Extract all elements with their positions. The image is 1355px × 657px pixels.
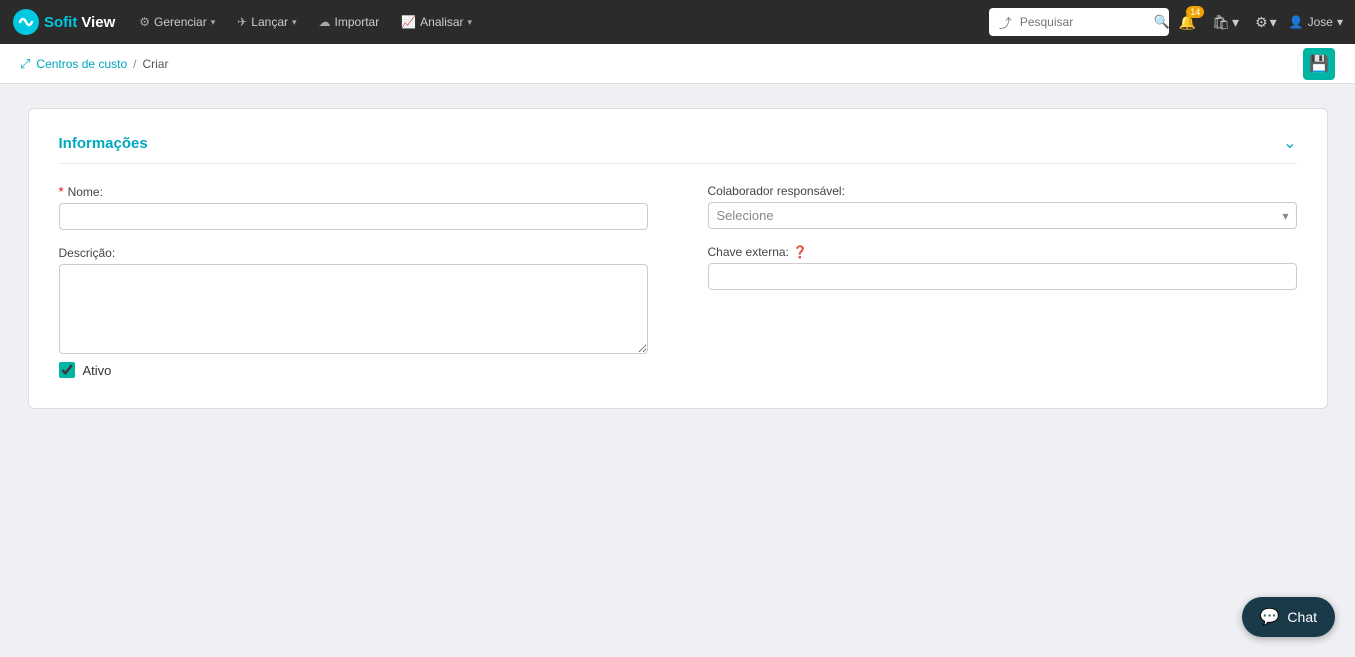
colaborador-select-wrapper: Selecione ▾ — [708, 202, 1297, 229]
chat-label: Chat — [1287, 609, 1317, 625]
colaborador-select[interactable]: Selecione — [708, 202, 1297, 229]
descricao-label-text: Descrição: — [59, 246, 116, 260]
save-button[interactable]: 💾 — [1303, 48, 1335, 80]
chat-button[interactable]: 💬 Chat — [1242, 597, 1336, 637]
nome-required: * — [59, 184, 64, 199]
collapse-section-button[interactable]: ⌄ — [1283, 133, 1296, 153]
brand-view-text: View — [81, 14, 115, 31]
section-title: Informações — [59, 135, 148, 152]
chave-externa-input[interactable] — [708, 263, 1297, 290]
notifications-badge: 14 — [1186, 6, 1204, 18]
breadcrumb: ⤢ Centros de custo / Criar — [20, 56, 168, 72]
gerenciar-icon: ⚙ — [139, 15, 150, 29]
chat-icon: 💬 — [1260, 607, 1280, 627]
colaborador-group: Colaborador responsável: Selecione ▾ — [708, 184, 1297, 229]
colaborador-label: Colaborador responsável: — [708, 184, 1297, 198]
share-icon[interactable]: ⤴ — [995, 9, 1016, 36]
user-caret: ▾ — [1337, 15, 1343, 29]
user-icon: 👤 — [1289, 15, 1304, 29]
chave-externa-label: Chave externa: ❓ — [708, 245, 1297, 259]
user-menu[interactable]: 👤 Jose ▾ — [1289, 15, 1343, 29]
nav-lancar-label: Lançar — [251, 15, 288, 29]
nav-importar[interactable]: ☁ Importar — [311, 9, 388, 35]
colaborador-label-text: Colaborador responsável: — [708, 184, 845, 198]
right-column: Colaborador responsável: Selecione ▾ Cha… — [708, 184, 1297, 378]
chave-externa-help-icon[interactable]: ❓ — [793, 245, 808, 259]
section-header: Informações ⌄ — [59, 133, 1297, 164]
breadcrumb-icon: ⤢ — [20, 56, 30, 72]
user-name: Jose — [1308, 15, 1333, 29]
chave-externa-group: Chave externa: ❓ — [708, 245, 1297, 290]
nav-lancar[interactable]: ✈ Lançar ▾ — [229, 9, 304, 35]
breadcrumb-parent-link[interactable]: Centros de custo — [36, 57, 127, 71]
ativo-label: Ativo — [83, 363, 112, 378]
ativo-checkbox[interactable] — [59, 362, 75, 378]
ativo-group: Ativo — [59, 362, 648, 378]
descricao-label: Descrição: — [59, 246, 648, 260]
breadcrumb-bar: ⤢ Centros de custo / Criar 💾 — [0, 44, 1355, 84]
cart-caret: ▾ — [1232, 14, 1239, 31]
form-card: Informações ⌄ * Nome: Desc — [28, 108, 1328, 409]
nome-label-text: Nome: — [68, 185, 103, 199]
notifications-button[interactable]: 🔔 14 — [1175, 10, 1200, 35]
importar-icon: ☁ — [319, 15, 331, 29]
brand-logo[interactable]: Sofit View — [12, 8, 115, 36]
nome-label: * Nome: — [59, 184, 648, 199]
nome-group: * Nome: — [59, 184, 648, 230]
search-input[interactable] — [1020, 15, 1150, 29]
settings-caret: ▾ — [1270, 14, 1277, 31]
nome-input[interactable] — [59, 203, 648, 230]
nav-gerenciar[interactable]: ⚙ Gerenciar ▾ — [131, 9, 223, 35]
lancar-icon: ✈ — [237, 15, 247, 29]
chave-externa-label-text: Chave externa: — [708, 245, 789, 259]
search-box: ⤴ 🔍 — [989, 8, 1169, 36]
main-content: Informações ⌄ * Nome: Desc — [0, 84, 1355, 433]
descricao-input[interactable] — [59, 264, 648, 354]
search-button[interactable]: 🔍 — [1154, 14, 1170, 30]
breadcrumb-separator: / — [133, 57, 136, 71]
nav-analisar[interactable]: 📈 Analisar ▾ — [393, 9, 480, 35]
navbar-right: 🔔 14 🛍 ▾ ⚙ ▾ 👤 Jose ▾ — [1175, 10, 1343, 35]
gerenciar-caret: ▾ — [211, 17, 216, 28]
settings-button[interactable]: ⚙ ▾ — [1251, 10, 1281, 35]
form-grid: * Nome: Descrição: Ativo — [59, 184, 1297, 378]
analisar-icon: 📈 — [401, 15, 416, 29]
nav-gerenciar-label: Gerenciar — [154, 15, 207, 29]
save-icon: 💾 — [1309, 54, 1329, 74]
left-column: * Nome: Descrição: Ativo — [59, 184, 648, 378]
chevron-down-icon: ⌄ — [1283, 135, 1296, 152]
analisar-caret: ▾ — [468, 17, 473, 28]
nav-importar-label: Importar — [335, 15, 380, 29]
lancar-caret: ▾ — [292, 17, 297, 28]
brand-icon — [12, 8, 40, 36]
brand-sofit-text: Sofit — [44, 14, 77, 31]
cart-button[interactable]: 🛍 ▾ — [1208, 10, 1243, 35]
breadcrumb-current: Criar — [142, 57, 168, 71]
navbar: Sofit View ⚙ Gerenciar ▾ ✈ Lançar ▾ ☁ Im… — [0, 0, 1355, 44]
nav-analisar-label: Analisar — [420, 15, 463, 29]
descricao-group: Descrição: — [59, 246, 648, 354]
